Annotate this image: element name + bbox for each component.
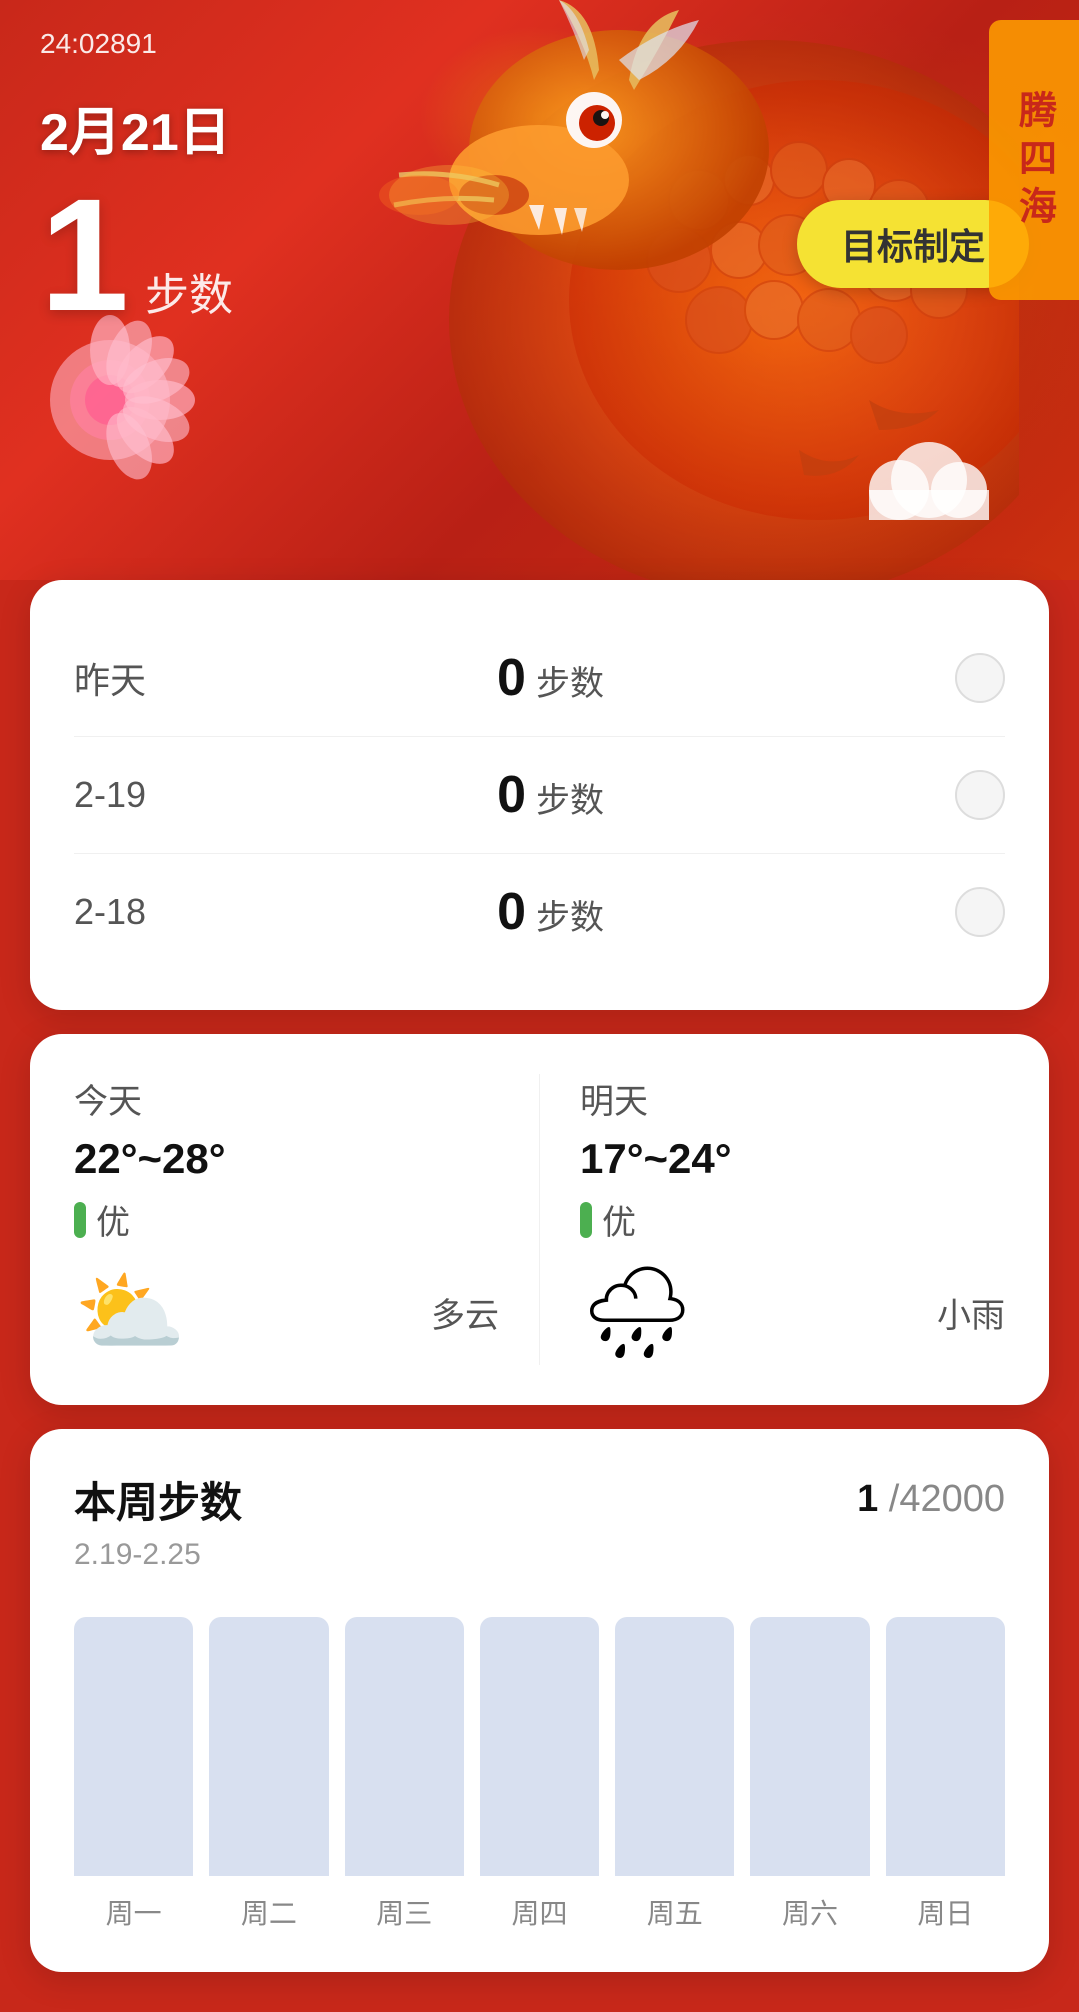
weekly-progress: 1 /42000 bbox=[857, 1478, 1005, 1521]
table-row[interactable]: 2-18 0 步数 bbox=[74, 854, 1005, 970]
bar-wrapper-fri bbox=[615, 1612, 734, 1876]
bar-sun bbox=[886, 1617, 1005, 1876]
tomorrow-weather-icon: 🌧 bbox=[580, 1260, 694, 1365]
today-label: 今天 bbox=[74, 1074, 499, 1123]
cloud-decoration bbox=[839, 440, 999, 520]
row-date-218: 2-18 bbox=[74, 891, 146, 933]
row-radio-219[interactable] bbox=[955, 770, 1005, 820]
today-temp: 22°~28° bbox=[74, 1135, 499, 1183]
main-steps-display: 1 步数 bbox=[40, 175, 233, 335]
quality-dot-today bbox=[74, 1202, 86, 1238]
bar-col-sun: 周日 bbox=[886, 1612, 1005, 1932]
row-steps-219: 0 步数 bbox=[497, 765, 604, 825]
bar-col-thu: 周四 bbox=[480, 1612, 599, 1932]
bar-col-wed: 周三 bbox=[345, 1612, 464, 1932]
bar-label-tue: 周二 bbox=[241, 1892, 297, 1932]
weather-card: 今天 22°~28° 优 ⛅ 多云 明天 17°~24° 优 🌧 小雨 bbox=[30, 1034, 1049, 1405]
tomorrow-quality: 优 bbox=[580, 1195, 1005, 1244]
status-time: 24:02891 bbox=[40, 28, 157, 60]
weekly-current: 1 bbox=[857, 1478, 878, 1520]
bar-mon bbox=[74, 1617, 193, 1876]
content-area: 昨天 0 步数 2-19 0 步数 2-18 0 步数 bbox=[0, 580, 1079, 2012]
row-radio-218[interactable] bbox=[955, 887, 1005, 937]
weekly-steps-card: 本周步数 1 /42000 2.19-2.25 周一 周二 bbox=[30, 1429, 1049, 1972]
weekly-header: 本周步数 1 /42000 bbox=[74, 1469, 1005, 1530]
bar-wrapper-tue bbox=[209, 1612, 328, 1876]
right-deco-text: 腾 bbox=[1007, 90, 1062, 134]
steps-history-card: 昨天 0 步数 2-19 0 步数 2-18 0 步数 bbox=[30, 580, 1049, 1010]
bar-label-thu: 周四 bbox=[511, 1892, 567, 1932]
bar-wrapper-mon bbox=[74, 1612, 193, 1876]
row-unit-yesterday: 步数 bbox=[536, 656, 604, 705]
bar-wrapper-thu bbox=[480, 1612, 599, 1876]
bar-wrapper-sat bbox=[750, 1612, 869, 1876]
hero-section: 24:02891 2月21日 1 步数 目标制定 腾 四 海 bbox=[0, 0, 1079, 580]
weekly-total: 42000 bbox=[899, 1478, 1005, 1520]
bar-fri bbox=[615, 1617, 734, 1876]
today-weather-icon: ⛅ bbox=[74, 1260, 186, 1365]
bar-label-sun: 周日 bbox=[917, 1892, 973, 1932]
row-count-yesterday: 0 bbox=[497, 648, 526, 708]
row-steps-yesterday: 0 步数 bbox=[497, 648, 604, 708]
bar-label-mon: 周一 bbox=[106, 1892, 162, 1932]
bar-sat bbox=[750, 1617, 869, 1876]
tomorrow-temp: 17°~24° bbox=[580, 1135, 1005, 1183]
tomorrow-weather-desc: 小雨 bbox=[937, 1288, 1005, 1337]
tomorrow-label: 明天 bbox=[580, 1074, 1005, 1123]
tomorrow-quality-label: 优 bbox=[602, 1195, 636, 1244]
date-label: 2月21日 bbox=[40, 90, 231, 165]
right-deco-text2: 四 bbox=[1007, 138, 1062, 182]
bar-thu bbox=[480, 1617, 599, 1876]
weekly-separator: / bbox=[889, 1478, 900, 1520]
row-count-219: 0 bbox=[497, 765, 526, 825]
weekly-title: 本周步数 bbox=[74, 1469, 242, 1530]
bar-wrapper-wed bbox=[345, 1612, 464, 1876]
bar-wed bbox=[345, 1617, 464, 1876]
bar-label-fri: 周五 bbox=[647, 1892, 703, 1932]
main-steps-count: 1 bbox=[40, 175, 129, 335]
row-date-yesterday: 昨天 bbox=[74, 652, 146, 704]
today-weather-desc: 多云 bbox=[431, 1288, 499, 1337]
today-icon-row: ⛅ 多云 bbox=[74, 1260, 499, 1365]
bar-chart: 周一 周二 周三 周四 bbox=[74, 1612, 1005, 1932]
today-quality: 优 bbox=[74, 1195, 499, 1244]
table-row[interactable]: 昨天 0 步数 bbox=[74, 620, 1005, 737]
bar-tue bbox=[209, 1617, 328, 1876]
row-count-218: 0 bbox=[497, 882, 526, 942]
status-bar: 24:02891 bbox=[40, 28, 1039, 60]
main-steps-unit: 步数 bbox=[145, 259, 233, 323]
row-unit-218: 步数 bbox=[536, 890, 604, 939]
weather-tomorrow: 明天 17°~24° 优 🌧 小雨 bbox=[540, 1074, 1005, 1365]
bar-col-fri: 周五 bbox=[615, 1612, 734, 1932]
weather-today: 今天 22°~28° 优 ⛅ 多云 bbox=[74, 1074, 540, 1365]
right-decoration: 腾 四 海 bbox=[989, 20, 1079, 300]
bar-col-tue: 周二 bbox=[209, 1612, 328, 1932]
bar-label-sat: 周六 bbox=[782, 1892, 838, 1932]
row-unit-219: 步数 bbox=[536, 773, 604, 822]
weekly-date-range: 2.19-2.25 bbox=[74, 1538, 1005, 1572]
row-date-219: 2-19 bbox=[74, 774, 146, 816]
bar-col-sat: 周六 bbox=[750, 1612, 869, 1932]
row-radio-yesterday[interactable] bbox=[955, 653, 1005, 703]
bar-wrapper-sun bbox=[886, 1612, 1005, 1876]
quality-dot-tomorrow bbox=[580, 1202, 592, 1238]
row-steps-218: 0 步数 bbox=[497, 882, 604, 942]
bar-col-mon: 周一 bbox=[74, 1612, 193, 1932]
today-quality-label: 优 bbox=[96, 1195, 130, 1244]
tomorrow-icon-row: 🌧 小雨 bbox=[580, 1260, 1005, 1365]
bar-label-wed: 周三 bbox=[376, 1892, 432, 1932]
table-row[interactable]: 2-19 0 步数 bbox=[74, 737, 1005, 854]
right-deco-text3: 海 bbox=[1007, 186, 1062, 230]
